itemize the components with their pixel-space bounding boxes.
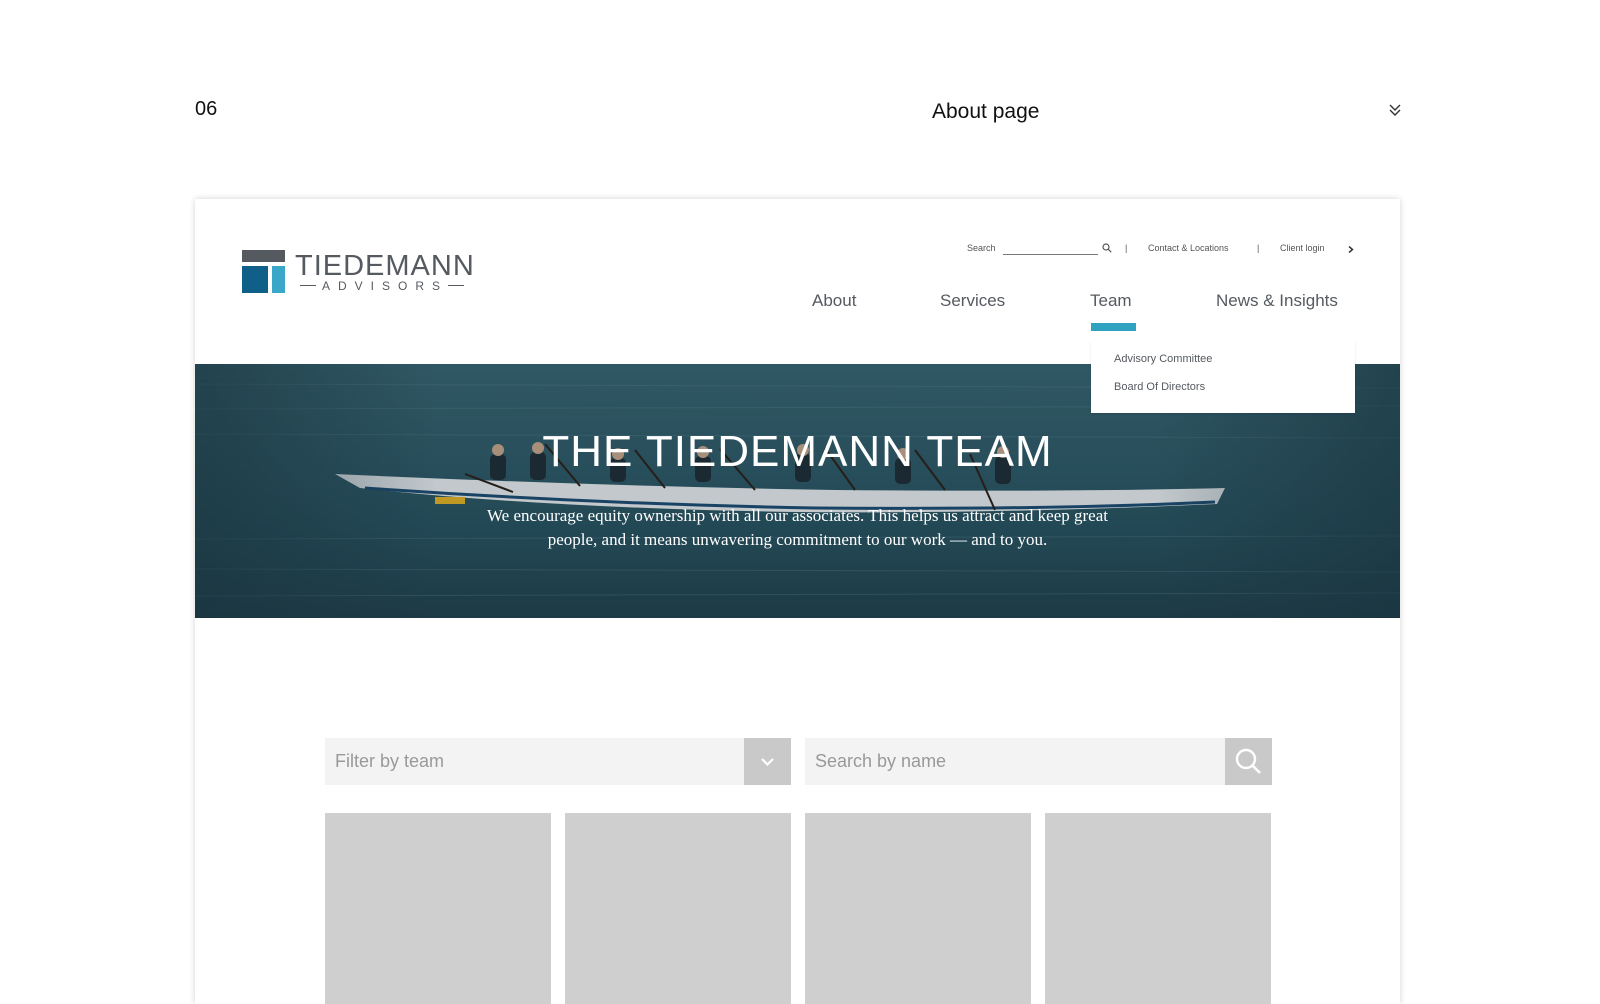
team-filter-placeholder: Filter by team xyxy=(335,751,445,771)
hero-title: THE TIEDEMANN TEAM xyxy=(542,427,1053,476)
nav-team[interactable]: Team xyxy=(1090,291,1132,311)
website-frame: TIEDEMANN ADVISORS Search | Contact & Lo… xyxy=(195,199,1400,1004)
search-icon[interactable] xyxy=(1102,243,1112,253)
double-chevron-down-icon[interactable] xyxy=(1388,102,1402,118)
team-member-card[interactable] xyxy=(325,813,551,1004)
chevron-right-icon[interactable] xyxy=(1348,246,1354,253)
team-filter-select[interactable]: Filter by team xyxy=(325,738,791,785)
slide-number: 06 xyxy=(195,98,218,120)
slide-title: About page xyxy=(932,100,1040,123)
nav-about[interactable]: About xyxy=(812,291,856,311)
chevron-down-icon xyxy=(761,758,774,767)
team-member-card[interactable] xyxy=(1045,813,1271,1004)
contact-locations-link[interactable]: Contact & Locations xyxy=(1148,243,1229,253)
team-member-card[interactable] xyxy=(805,813,1031,1004)
nav-news-insights[interactable]: News & Insights xyxy=(1216,291,1338,311)
utility-separator: | xyxy=(1125,243,1128,253)
logo-mark-icon xyxy=(242,250,285,293)
name-search-field[interactable]: Search by name xyxy=(805,738,1272,785)
client-login-link[interactable]: Client login xyxy=(1280,243,1325,253)
team-member-card[interactable] xyxy=(565,813,791,1004)
logo-wordmark: TIEDEMANN xyxy=(295,250,475,282)
dropdown-item-advisory-committee[interactable]: Advisory Committee xyxy=(1114,353,1212,365)
search-icon xyxy=(1235,748,1261,774)
dropdown-item-board-of-directors[interactable]: Board Of Directors xyxy=(1114,381,1205,393)
nav-active-indicator xyxy=(1091,323,1136,331)
utility-search-input[interactable] xyxy=(1003,254,1098,255)
team-dropdown-menu: Advisory Committee Board Of Directors xyxy=(1091,341,1355,413)
team-filter-toggle[interactable] xyxy=(744,738,791,785)
utility-search-label: Search xyxy=(967,243,996,253)
logo[interactable]: TIEDEMANN ADVISORS xyxy=(242,250,475,295)
hero-description: We encourage equity ownership with all o… xyxy=(487,506,1108,549)
utility-separator: | xyxy=(1257,243,1260,253)
nav-services[interactable]: Services xyxy=(940,291,1005,311)
logo-subtitle: ADVISORS xyxy=(300,279,464,293)
name-search-button[interactable] xyxy=(1225,738,1272,785)
name-search-placeholder[interactable]: Search by name xyxy=(815,738,1215,785)
